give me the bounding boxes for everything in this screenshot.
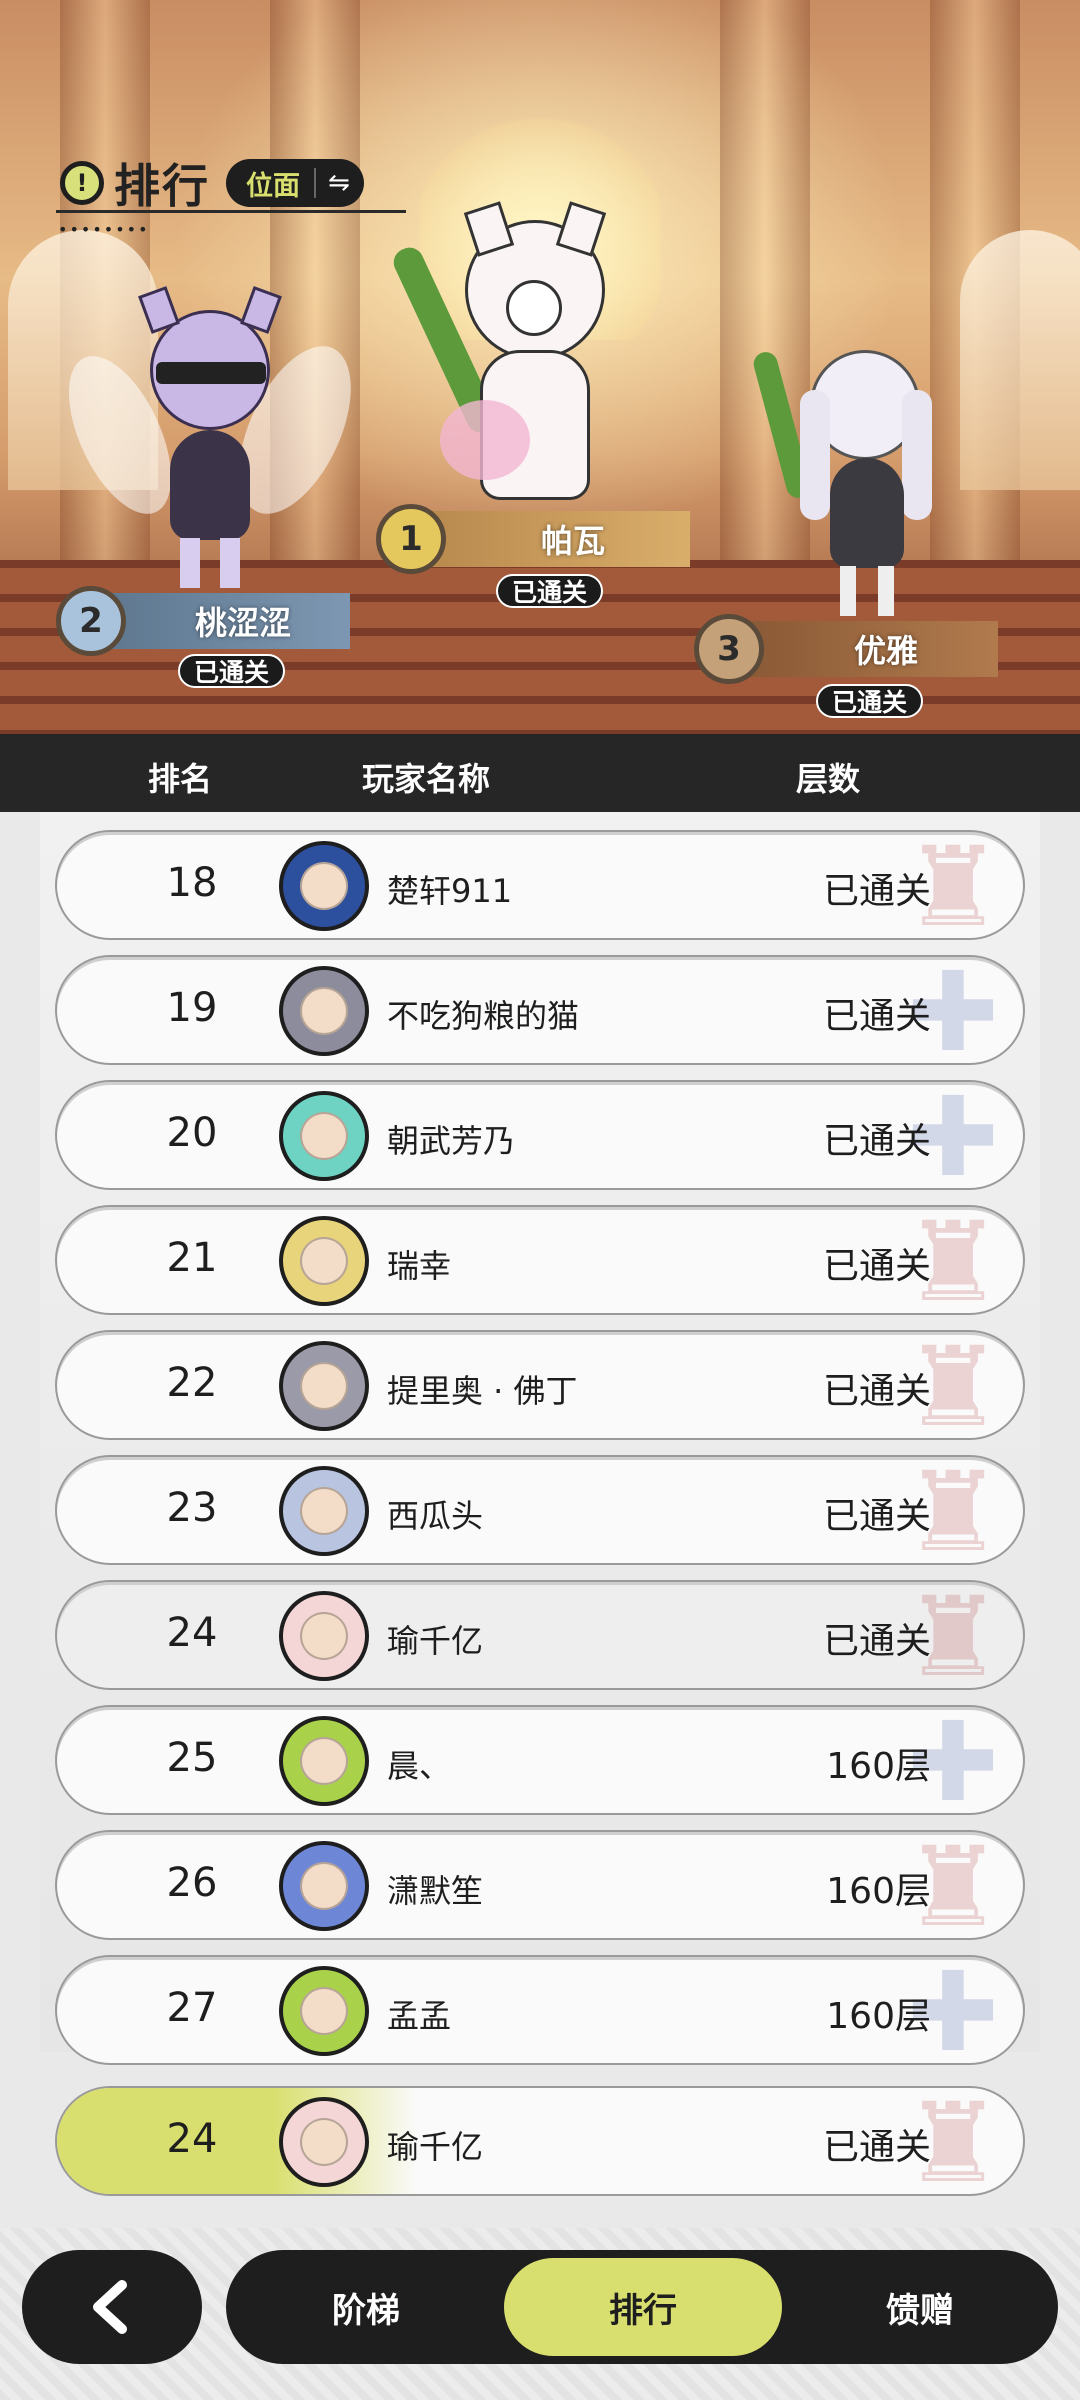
table-row[interactable]: ♜ 18 楚轩911 已通关 [55,830,1025,940]
table-row[interactable]: ♜ 21 瑞幸 已通关 [55,1205,1025,1315]
rank-badge: 1 [376,504,446,574]
row-rank: 18 [166,860,218,906]
player-avatar [279,1466,369,1556]
page-title: 排行 [114,159,210,213]
tab-ladder[interactable]: 阶梯 [246,2258,486,2356]
column-header-rank: 排名 [148,760,213,798]
tab-ranking[interactable]: 排行 [504,2258,782,2356]
row-floor: 已通关 [822,1371,931,1412]
back-button[interactable] [22,2250,202,2364]
row-floor: 已通关 [822,1496,931,1537]
podium-plaque-third: 3 优雅 [694,614,998,684]
tab-bar: 阶梯 排行 馈赠 [226,2250,1058,2364]
player-avatar [279,1091,369,1181]
column-header-player: 玩家名称 [362,760,491,798]
player-avatar [279,1216,369,1306]
my-floor: 已通关 [822,2127,931,2168]
player-avatar [279,841,369,931]
row-rank: 20 [166,1110,218,1156]
row-rank: 21 [166,1235,218,1281]
podium-name: 桃涩涩 [110,593,350,649]
table-row[interactable]: ♜ 22 提里奥 · 佛丁 已通关 [55,1330,1025,1440]
row-rank: 24 [166,1610,218,1656]
mode-label: 位面 [246,170,300,202]
player-name: 晨、 [387,1747,452,1785]
podium-character-third [750,340,950,620]
podium-character-second [47,286,374,590]
row-floor: 160层 [826,1746,931,1787]
my-ranking-row[interactable]: ♜ 24 瑜千亿 已通关 [55,2086,1025,2196]
player-name: 不吃狗粮的猫 [387,997,580,1035]
podium-status-badge: 已通关 [178,654,286,688]
table-row[interactable]: ✚ 27 孟孟 160层 [55,1955,1025,2065]
podium-plaque-first: 1 帕瓦 [376,504,690,574]
table-row[interactable]: ♜ 24 瑜千亿 已通关 [55,1580,1025,1690]
podium-character-first [389,200,640,520]
my-name: 瑜千亿 [387,2128,484,2166]
row-rank: 25 [166,1735,218,1781]
player-name: 楚轩911 [387,872,513,910]
row-floor: 已通关 [822,1121,931,1162]
table-header: 排名 玩家名称 层数 [0,734,1080,812]
player-name: 潇默笙 [387,1872,484,1910]
podium-plaque-second: 2 桃涩涩 [56,586,350,656]
player-avatar [279,966,369,1056]
tab-gift[interactable]: 馈赠 [800,2258,1040,2356]
column-header-floor: 层数 [796,760,861,798]
podium-name: 优雅 [748,621,998,677]
background-window [960,230,1080,490]
player-name: 孟孟 [387,1997,452,2035]
table-row[interactable]: ♜ 23 西瓜头 已通关 [55,1455,1025,1565]
alert-icon[interactable]: ! [60,161,104,205]
player-avatar [279,1716,369,1806]
table-row[interactable]: ✚ 25 晨、 160层 [55,1705,1025,1815]
title-underline [56,210,406,213]
podium-hero: ! 排行 位面 ⇋ •••••••• 2 桃涩涩 已通关 1 帕瓦 已通关 3 … [0,0,1080,734]
player-name: 朝武芳乃 [387,1122,516,1160]
rank-badge: 3 [694,614,764,684]
row-floor: 160层 [826,1871,931,1912]
ranking-title: ! 排行 位面 ⇋ [60,150,364,216]
row-rank: 22 [166,1360,218,1406]
row-rank: 27 [166,1985,218,2031]
row-floor: 已通关 [822,1246,931,1287]
podium-status-badge: 已通关 [816,684,924,718]
table-row[interactable]: ♜ 26 潇默笙 160层 [55,1830,1025,1940]
table-row[interactable]: ✚ 19 不吃狗粮的猫 已通关 [55,955,1025,1065]
mode-switch-button[interactable]: 位面 ⇋ [226,159,364,207]
podium-name: 帕瓦 [430,511,690,567]
swap-icon: ⇋ [314,168,350,198]
row-rank: 19 [166,985,218,1031]
player-avatar [279,1966,369,2056]
chevron-left-icon [93,2280,127,2334]
player-name: 瑜千亿 [387,1622,484,1660]
player-name: 提里奥 · 佛丁 [387,1372,578,1410]
title-dots: •••••••• [58,220,150,239]
row-floor: 160层 [826,1996,931,2037]
row-floor: 已通关 [822,1621,931,1662]
my-avatar [279,2097,369,2187]
player-avatar [279,1341,369,1431]
rank-badge: 2 [56,586,126,656]
row-rank: 23 [166,1485,218,1531]
player-avatar [279,1591,369,1681]
player-name: 西瓜头 [387,1497,484,1535]
my-rank: 24 [166,2116,218,2162]
player-name: 瑞幸 [387,1247,452,1285]
row-rank: 26 [166,1860,218,1906]
podium-status-badge: 已通关 [496,574,604,608]
row-floor: 已通关 [822,871,931,912]
row-floor: 已通关 [822,996,931,1037]
ranking-list[interactable]: ♜ 18 楚轩911 已通关 ✚ 19 不吃狗粮的猫 已通关 ✚ 20 朝武芳乃 已通关 ♜ 21 瑞幸 已通… [40,812,1040,2065]
player-avatar [279,1841,369,1931]
table-row[interactable]: ✚ 20 朝武芳乃 已通关 [55,1080,1025,1190]
